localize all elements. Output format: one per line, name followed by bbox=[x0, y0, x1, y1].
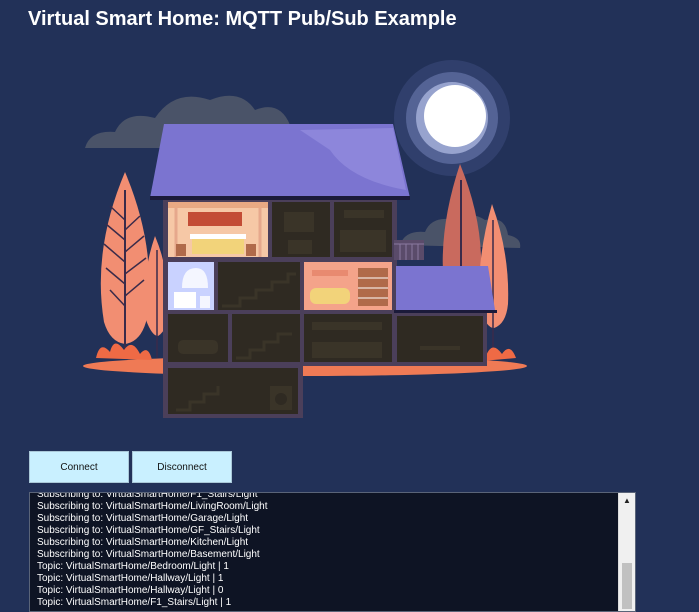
room-basement bbox=[168, 368, 298, 414]
room-hallway bbox=[272, 202, 330, 257]
smart-home-scene bbox=[83, 60, 527, 418]
room-garage bbox=[168, 314, 228, 362]
scroll-up-arrow-icon[interactable]: ▲ bbox=[619, 495, 635, 507]
connect-button[interactable]: Connect bbox=[29, 451, 129, 483]
room-livingroom bbox=[304, 262, 392, 310]
room-kitchen bbox=[304, 314, 392, 362]
balcony-railing bbox=[394, 240, 424, 260]
room-dining bbox=[397, 316, 483, 362]
moon bbox=[394, 60, 510, 176]
log-line: Topic: VirtualSmartHome/F1_Stairs/Light … bbox=[37, 597, 232, 608]
room-bathroom bbox=[168, 262, 214, 310]
disconnect-button[interactable]: Disconnect bbox=[132, 451, 232, 483]
log-line: Subscribing to: VirtualSmartHome/F1_Stai… bbox=[37, 492, 258, 500]
log-line: Subscribing to: VirtualSmartHome/Kitchen… bbox=[37, 537, 249, 548]
log-line: Subscribing to: VirtualSmartHome/Basemen… bbox=[37, 549, 260, 560]
tree-left-large bbox=[100, 172, 150, 358]
log-line: Subscribing to: VirtualSmartHome/LivingR… bbox=[37, 501, 268, 512]
log-line: Subscribing to: VirtualSmartHome/GF_Stai… bbox=[37, 525, 260, 536]
log-line: Subscribing to: VirtualSmartHome/Garage/… bbox=[37, 513, 249, 524]
room-f1-stairs bbox=[334, 202, 392, 257]
log-lines: Subscribing to: VirtualSmartHome/F1_Stai… bbox=[37, 492, 617, 609]
message-log[interactable]: Subscribing to: VirtualSmartHome/F1_Stai… bbox=[29, 492, 636, 612]
log-line: Topic: VirtualSmartHome/Bedroom/Light | … bbox=[37, 561, 229, 572]
room-stairs-dark bbox=[218, 262, 300, 310]
log-scrollbar[interactable]: ▲ bbox=[618, 493, 635, 611]
room-gf-stairs bbox=[232, 314, 300, 362]
page-title: Virtual Smart Home: MQTT Pub/Sub Example bbox=[28, 8, 457, 30]
room-bedroom bbox=[168, 202, 268, 257]
log-line: Topic: VirtualSmartHome/Hallway/Light | … bbox=[37, 585, 224, 596]
log-line: Topic: VirtualSmartHome/Hallway/Light | … bbox=[37, 573, 224, 584]
annex-roof bbox=[396, 266, 495, 310]
scrollbar-thumb[interactable] bbox=[622, 563, 632, 609]
